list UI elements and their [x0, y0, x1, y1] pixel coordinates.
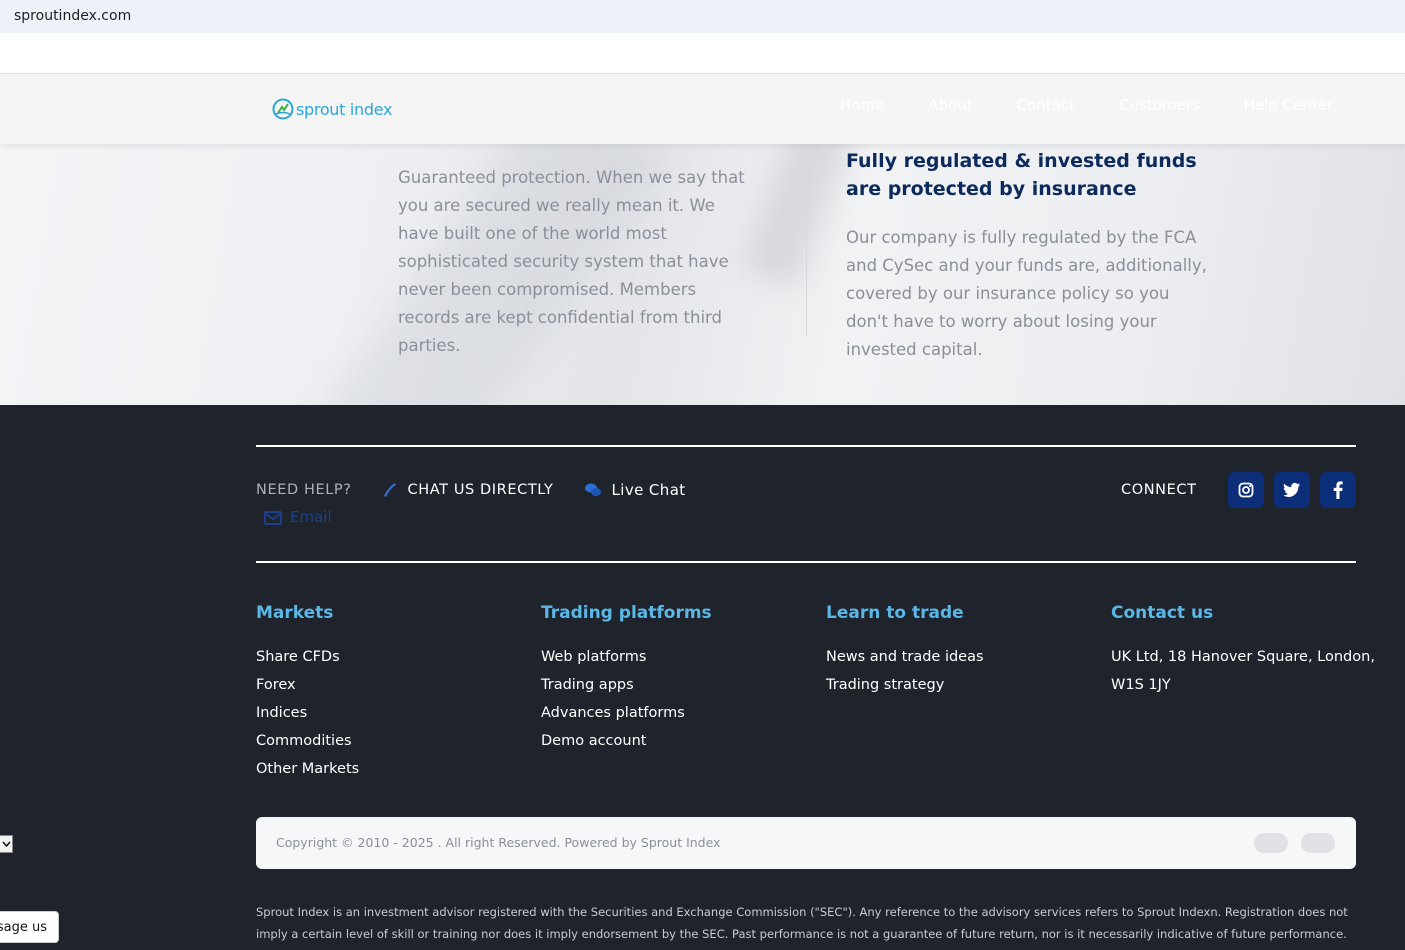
- protection-text: Guaranteed protection. When we say that …: [398, 168, 745, 355]
- nav-about[interactable]: About: [928, 96, 972, 114]
- footer-link[interactable]: Trading strategy: [826, 671, 984, 699]
- chat-directly-label: CHAT US DIRECTLY: [407, 482, 554, 498]
- footer-link[interactable]: Web platforms: [541, 643, 712, 671]
- footer-link[interactable]: Share CFDs: [256, 643, 359, 671]
- twitter-button[interactable]: [1274, 472, 1310, 508]
- email-label: Email: [290, 508, 332, 526]
- nav-home[interactable]: Home: [840, 96, 884, 114]
- footer-link[interactable]: News and trade ideas: [826, 643, 984, 671]
- logo-text: sprout index: [296, 99, 393, 119]
- footer-column-learn-to-trade: Learn to trade News and trade ideas Trad…: [826, 603, 984, 699]
- live-chat-label: Live Chat: [611, 481, 686, 499]
- nav-customers[interactable]: Customers: [1119, 96, 1200, 114]
- message-us-button[interactable]: Message us: [0, 911, 59, 943]
- help-row: NEED HELP? CHAT US DIRECTLY Live Chat: [256, 481, 686, 499]
- column-title: Trading platforms: [541, 603, 712, 623]
- legal-disclaimer: Sprout Index is an investment advisor re…: [256, 905, 1348, 941]
- address-line: UK Ltd, 18 Hanover Square, London,: [1111, 649, 1375, 665]
- main-nav: Home About Contact Customers Help Center: [840, 96, 1377, 114]
- footer-link[interactable]: Forex: [256, 671, 359, 699]
- column-title: Learn to trade: [826, 603, 964, 623]
- copyright-text: Copyright © 2010 - 2025 . All right Rese…: [276, 835, 721, 850]
- toggle-pill[interactable]: [1254, 833, 1288, 853]
- footer-link[interactable]: Advances platforms: [541, 699, 712, 727]
- nav-contact[interactable]: Contact: [1017, 96, 1075, 114]
- email-link[interactable]: Email: [264, 508, 332, 526]
- message-us-label: Message us: [0, 920, 47, 935]
- footer-column-markets: Markets Share CFDs Forex Indices Commodi…: [256, 603, 359, 783]
- phone-icon: [383, 483, 396, 497]
- footer-link[interactable]: Other Markets: [256, 755, 359, 783]
- connect-label: CONNECT: [1121, 482, 1197, 498]
- instagram-icon: [1238, 482, 1254, 498]
- sprout-logo-icon: [272, 98, 294, 120]
- footer-rule-middle: [256, 561, 1356, 563]
- site-header: sprout index Home About Contact Customer…: [0, 74, 1405, 144]
- toggle-pill[interactable]: [1301, 833, 1335, 853]
- footer-rule-top: [256, 445, 1356, 447]
- chat-bubbles-icon: [584, 483, 601, 496]
- url-text[interactable]: sproutindex.com: [14, 8, 131, 24]
- footer: NEED HELP? CHAT US DIRECTLY Live Chat Em…: [0, 405, 1405, 950]
- footer-column-trading-platforms: Trading platforms Web platforms Trading …: [541, 603, 712, 755]
- logo[interactable]: sprout index: [272, 98, 392, 120]
- browser-spacer: [0, 33, 1405, 74]
- need-help-label: NEED HELP?: [256, 482, 352, 498]
- background-blur: [741, 144, 859, 289]
- language-dropdown[interactable]: [0, 835, 13, 853]
- facebook-icon: [1333, 481, 1343, 499]
- regulated-title: Fully regulated & invested funds are pro…: [846, 150, 1197, 200]
- footer-column-contact-us: Contact us UK Ltd, 18 Hanover Square, Lo…: [1111, 603, 1375, 699]
- twitter-icon: [1283, 482, 1300, 497]
- copyright-bar: Copyright © 2010 - 2025 . All right Rese…: [256, 817, 1356, 869]
- feature-divider: [806, 178, 807, 336]
- footer-link[interactable]: Indices: [256, 699, 359, 727]
- footer-link[interactable]: Trading apps: [541, 671, 712, 699]
- browser-url-bar[interactable]: sproutindex.com: [0, 0, 1405, 33]
- column-title: Markets: [256, 603, 334, 623]
- envelope-icon: [264, 511, 282, 525]
- footer-link[interactable]: Demo account: [541, 727, 712, 755]
- chat-directly-link[interactable]: CHAT US DIRECTLY: [382, 482, 554, 498]
- regulated-text: Our company is fully regulated by the FC…: [846, 228, 1207, 359]
- chevron-down-icon: [1, 841, 11, 847]
- nav-help-center[interactable]: Help Center: [1244, 96, 1333, 114]
- address-line: W1S 1JY: [1111, 677, 1171, 693]
- features-section: Guaranteed protection. When we say that …: [0, 144, 1405, 405]
- column-title: Contact us: [1111, 603, 1214, 623]
- instagram-button[interactable]: [1228, 472, 1264, 508]
- facebook-button[interactable]: [1320, 472, 1356, 508]
- live-chat-link[interactable]: Live Chat: [584, 481, 686, 499]
- footer-link[interactable]: Commodities: [256, 727, 359, 755]
